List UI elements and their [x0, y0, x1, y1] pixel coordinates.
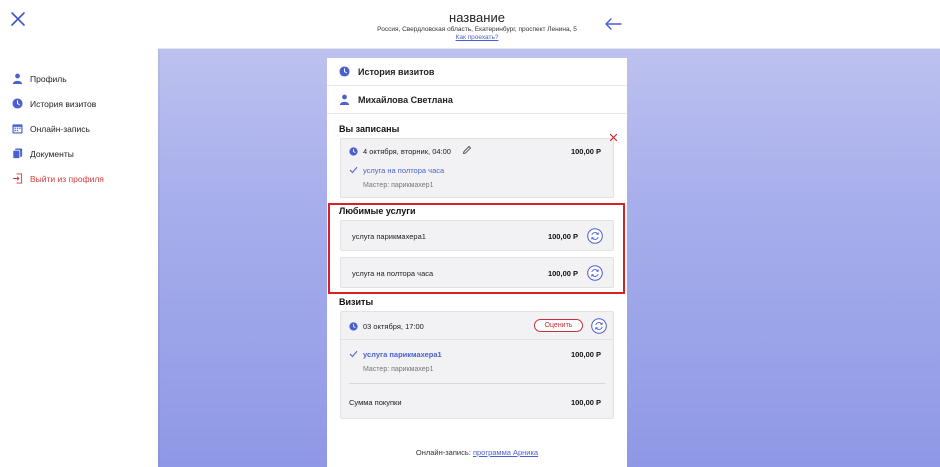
clock-icon — [11, 98, 23, 110]
sidebar: Профиль История визитов Онлайн-запись До… — [0, 0, 158, 467]
booked-master: Мастер: парикмахер1 — [363, 182, 434, 189]
sidebar-item-label: Документы — [30, 148, 74, 159]
calendar-icon — [11, 123, 23, 135]
close-icon[interactable] — [10, 11, 26, 27]
logout-icon — [11, 173, 23, 185]
sidebar-item-profile[interactable]: Профиль — [11, 66, 104, 91]
clock-icon — [339, 66, 350, 77]
user-header[interactable]: Михайлова Светлана — [327, 86, 627, 114]
footer: Онлайн-запись: программа Арника — [327, 448, 627, 457]
favorites-highlight-frame — [328, 203, 625, 294]
person-icon — [11, 73, 23, 85]
total-price: 100,00 Р — [570, 398, 601, 407]
visit-master: Мастер: парикмахер1 — [363, 366, 434, 373]
edit-pencil-icon[interactable] — [462, 145, 472, 157]
booked-service[interactable]: услуга на полтора часа — [363, 166, 444, 175]
sidebar-item-documents[interactable]: Документы — [11, 141, 104, 166]
rate-button[interactable]: Оценить — [534, 319, 583, 332]
clock-icon — [349, 147, 358, 158]
sidebar-item-logout[interactable]: Выйти из профиля — [11, 166, 104, 191]
booked-card: 4 октября, вторник, 04:00 100,00 Р услуг… — [340, 138, 614, 198]
visit-service[interactable]: услуга парикмахера1 — [363, 350, 442, 359]
footer-link[interactable]: программа Арника — [473, 448, 538, 457]
clock-icon — [349, 322, 358, 333]
documents-icon — [11, 148, 23, 160]
user-name: Михайлова Светлана — [358, 94, 453, 105]
back-arrow-icon[interactable] — [604, 17, 622, 31]
booked-title: Вы записаны — [339, 124, 400, 134]
directions-link[interactable]: Как проехать? — [158, 34, 796, 41]
person-icon — [339, 94, 350, 105]
history-header[interactable]: История визитов — [327, 58, 627, 86]
total-label: Сумма покупки — [349, 398, 402, 407]
sidebar-item-label: Профиль — [30, 73, 67, 84]
header: название Россия, Свердловская область, Е… — [158, 0, 940, 49]
address-text: Россия, Свердловская область, Екатеринбу… — [377, 26, 577, 33]
repeat-service-icon[interactable] — [591, 318, 607, 334]
sidebar-item-label: Выйти из профиля — [30, 173, 104, 184]
visit-datetime: 03 октября, 17:00 — [363, 322, 424, 331]
booked-datetime: 4 октября, вторник, 04:00 — [363, 147, 451, 156]
sidebar-item-label: Онлайн-запись — [30, 123, 90, 134]
check-icon — [349, 166, 358, 176]
cancel-booking-icon[interactable] — [609, 133, 618, 144]
sidebar-nav: Профиль История визитов Онлайн-запись До… — [11, 66, 104, 191]
visit-service-price: 100,00 Р — [570, 350, 601, 359]
sidebar-item-booking[interactable]: Онлайн-запись — [11, 116, 104, 141]
sidebar-item-history[interactable]: История визитов — [11, 91, 104, 116]
divider — [341, 339, 613, 340]
check-icon — [349, 350, 358, 360]
history-title: История визитов — [358, 66, 435, 77]
booked-price: 100,00 Р — [570, 147, 601, 156]
visit-card: 03 октября, 17:00 Оценить услуга парикма… — [340, 311, 614, 419]
visits-title: Визиты — [339, 297, 374, 307]
footer-prefix: Онлайн-запись: — [415, 448, 471, 457]
sidebar-item-label: История визитов — [30, 98, 97, 109]
divider — [349, 383, 605, 384]
page-title: название — [449, 10, 505, 25]
